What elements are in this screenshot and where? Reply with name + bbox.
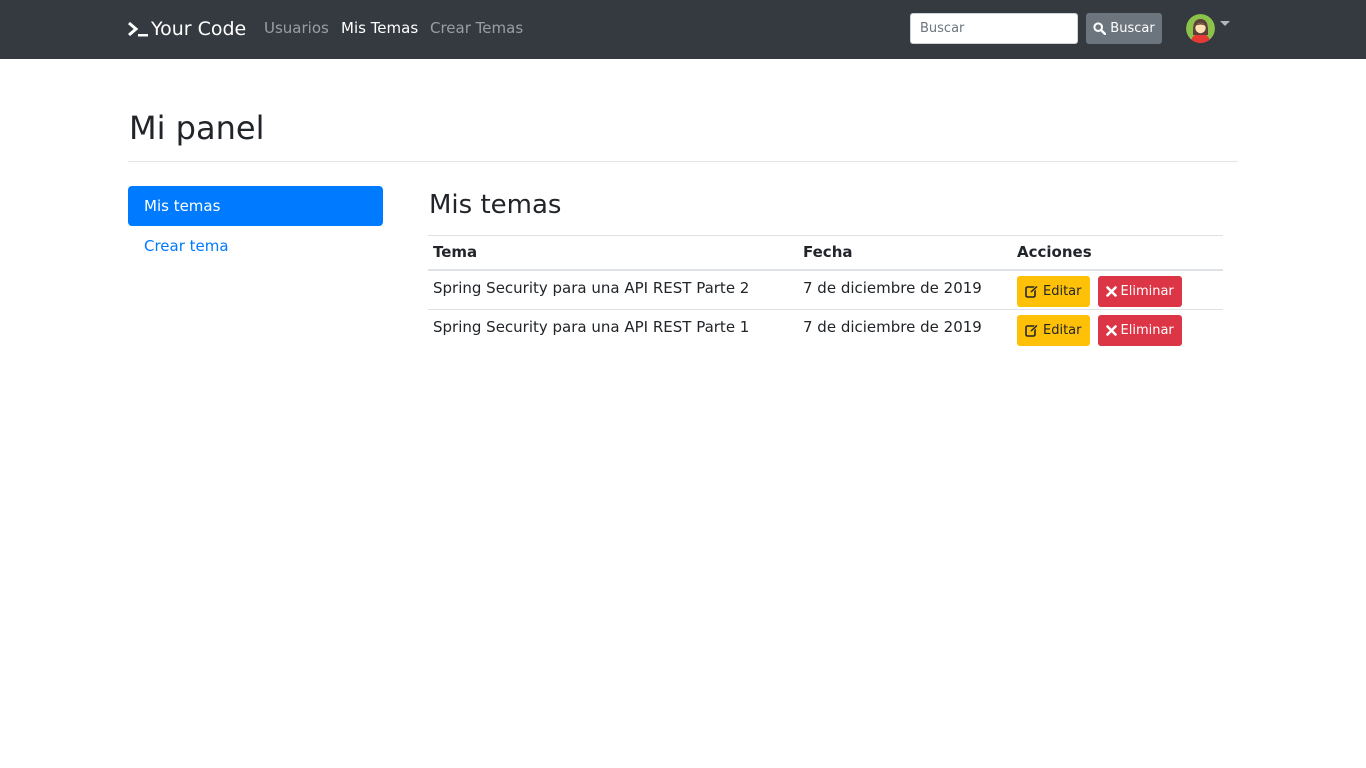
row-actions: Editar Eliminar (1012, 309, 1223, 350)
delete-button[interactable]: Eliminar (1097, 315, 1182, 346)
terminal-prompt-icon (128, 21, 148, 37)
edit-icon (1025, 324, 1039, 337)
sidebar-item-mis-temas[interactable]: Mis temas (128, 186, 383, 226)
column-header-fecha: Fecha (798, 235, 1012, 271)
search-button[interactable]: Buscar (1086, 13, 1162, 44)
search-input[interactable] (910, 13, 1078, 44)
section-title: Mis temas (429, 190, 562, 220)
table-row: Spring Security para una API REST Parte … (428, 269, 1223, 310)
top-navbar: Your Code Usuarios Mis Temas Crear Temas… (0, 0, 1366, 59)
topic-title: Spring Security para una API REST Parte … (428, 269, 798, 310)
nav-link-crear-temas[interactable]: Crear Temas (430, 19, 523, 37)
edit-icon (1025, 284, 1039, 298)
delete-button-label: Eliminar (1120, 323, 1174, 338)
header-divider (128, 161, 1238, 162)
column-header-tema: Tema (428, 235, 798, 271)
nav-link-mis-temas[interactable]: Mis Temas (341, 19, 418, 37)
topic-title: Spring Security para una API REST Parte … (428, 309, 798, 350)
edit-button[interactable]: Editar (1017, 315, 1090, 346)
close-icon (1105, 325, 1117, 336)
user-avatar-icon (1186, 14, 1215, 43)
page-title: Mi panel (129, 109, 265, 147)
edit-button-label: Editar (1043, 283, 1082, 299)
edit-button-label: Editar (1043, 323, 1082, 338)
row-actions: Editar Eliminar (1012, 269, 1223, 310)
topics-table: Tema Fecha Acciones Spring Security para… (428, 235, 1223, 350)
search-icon (1093, 22, 1107, 35)
user-menu-toggle[interactable] (1186, 14, 1230, 43)
table-row: Spring Security para una API REST Parte … (428, 309, 1223, 350)
nav-link-usuarios[interactable]: Usuarios (264, 19, 329, 37)
topic-date: 7 de diciembre de 2019 (798, 309, 1012, 350)
table-header-row: Tema Fecha Acciones (428, 235, 1223, 271)
search-button-label: Buscar (1110, 21, 1155, 36)
column-header-acciones: Acciones (1012, 235, 1223, 271)
chevron-down-icon (1220, 21, 1230, 26)
close-icon (1105, 285, 1117, 297)
delete-button-label: Eliminar (1120, 283, 1174, 299)
sidebar-item-crear-tema[interactable]: Crear tema (128, 226, 383, 266)
brand-name: Your Code (151, 18, 247, 40)
brand-link[interactable]: Your Code (127, 17, 246, 41)
delete-button[interactable]: Eliminar (1097, 275, 1182, 307)
topic-date: 7 de diciembre de 2019 (798, 269, 1012, 310)
edit-button[interactable]: Editar (1017, 275, 1090, 307)
